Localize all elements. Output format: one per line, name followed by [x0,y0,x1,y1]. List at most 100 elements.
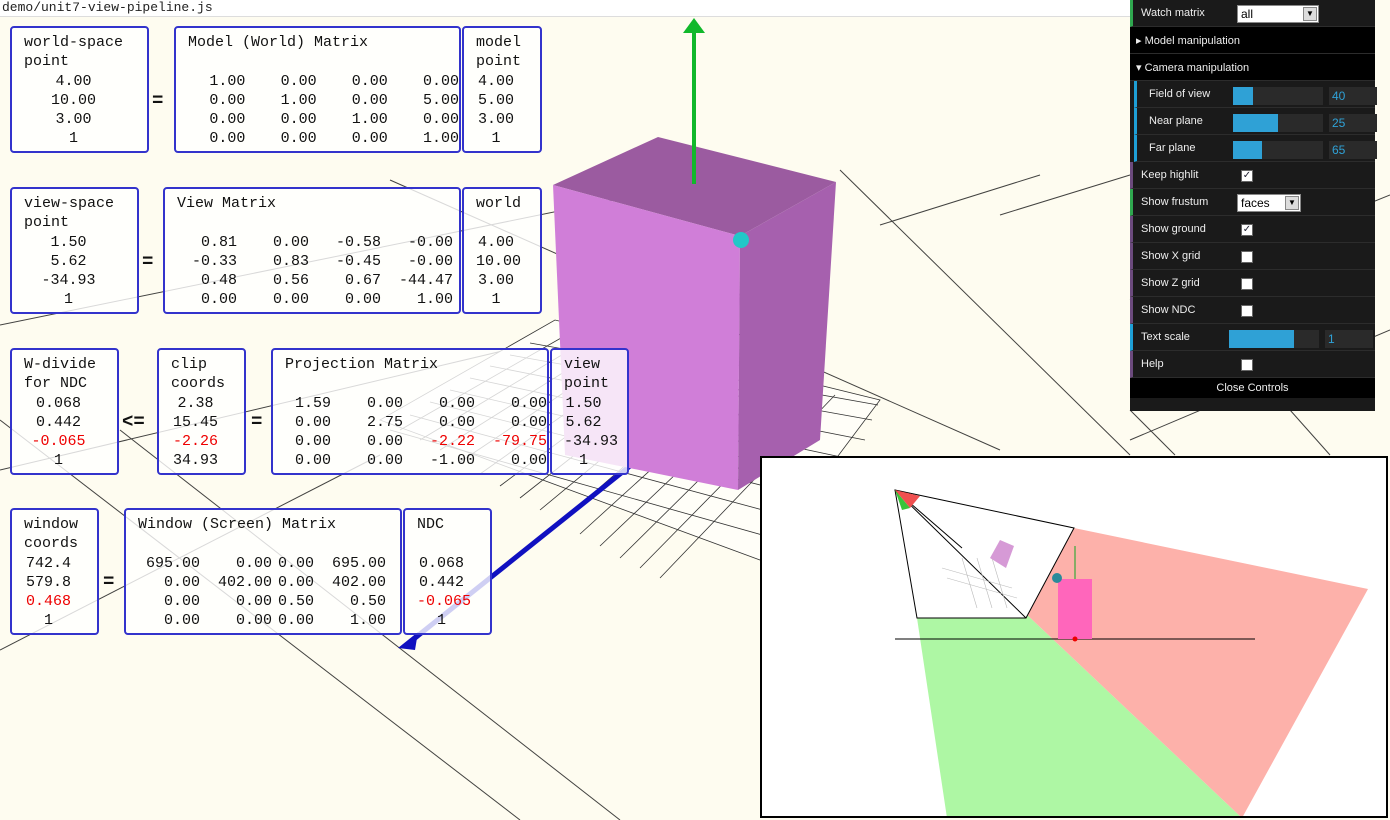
matrix-row: 1 [417,611,490,630]
show-frustum-select[interactable]: faces ▼ [1237,194,1301,212]
matrix-cell: 402.00 [331,573,386,591]
matrix-cell: 0.81 [200,233,237,251]
matrix-cell: 1.50 [50,233,87,251]
matrix-row: 1.00 0.00 0.00 0.00 [188,72,459,91]
show-ground-checkbox[interactable]: ✓ [1241,224,1253,236]
near-plane-row[interactable]: Near plane 25 [1134,108,1377,135]
near-plane-value[interactable]: 25 [1329,114,1377,132]
fov-row[interactable]: Field of view 40 [1134,81,1377,108]
watch-matrix-label: Watch matrix [1141,7,1205,19]
matrix-cell: 1 [68,130,78,148]
world-point-box: world 4.00 10.00 3.00 1 [462,187,542,314]
show-z-grid-row[interactable]: Show Z grid [1130,270,1375,297]
matrix-title: point [24,214,70,232]
matrix-cell: 0.468 [25,593,71,611]
text-scale-slider[interactable] [1229,330,1319,348]
matrix-cell: 0.00 [277,612,314,630]
dropdown-arrow-icon[interactable]: ▼ [1303,7,1317,21]
matrix-cell: 0.83 [272,252,309,270]
near-plane-slider-fill [1233,114,1278,132]
show-x-grid-row[interactable]: Show X grid [1130,243,1375,270]
keep-highlit-label: Keep highlit [1141,169,1199,181]
camera-manipulation-folder[interactable]: ▾ Camera manipulation [1130,54,1375,81]
matrix-cell: 1.59 [294,394,331,412]
w-divide-ndc-box: W-divide for NDC 0.068 0.442 -0.065 1 [10,348,119,475]
matrix-row: 0.00 0.00 0.50 0.50 [138,592,400,611]
y-axis-arrowhead [683,18,705,33]
matrix-cell: 15.45 [172,413,218,431]
matrix-row: 15.45 [171,413,244,432]
close-controls-button[interactable]: Close Controls [1130,378,1375,398]
text-scale-row[interactable]: Text scale 1 [1130,324,1375,351]
show-z-grid-label: Show Z grid [1141,277,1200,289]
show-x-grid-checkbox[interactable] [1241,251,1253,263]
matrix-cell: 1.00 [423,130,460,148]
caret-right-icon: ▸ [1136,35,1145,47]
matrix-cell: 0.00 [200,291,237,309]
controls-panel[interactable]: Watch matrix all ▼ ▸ Model manipulation … [1130,0,1377,411]
projection-matrix-box: Projection Matrix 1.59 0.00 0.00 0.00 0.00 2.7… [271,348,549,475]
equals-sign-3: = [251,411,263,433]
matrix-row: 3.00 [476,271,540,290]
matrix-cell: 402.00 [217,573,272,591]
inset-origin-point [1072,636,1078,642]
matrix-cell: 1 [53,452,63,470]
far-plane-value[interactable]: 65 [1329,141,1377,159]
far-plane-slider[interactable] [1233,141,1323,159]
text-scale-value[interactable]: 1 [1325,330,1373,348]
matrix-cell: 0.00 [510,452,547,470]
matrix-row: 0.068 [24,394,117,413]
matrix-title: View Matrix [177,195,277,212]
matrix-cell: 0.56 [272,272,309,290]
help-row[interactable]: Help [1130,351,1375,378]
matrix-cell: 0.00 [280,111,317,129]
matrix-cell: 34.93 [172,452,218,470]
matrix-row: 579.8 [24,573,97,592]
keep-highlit-checkbox[interactable]: ✓ [1241,170,1253,182]
matrix-row: 1.59 0.00 0.00 0.00 [285,394,547,413]
matrix-cell: 3.00 [477,272,514,290]
show-ndc-checkbox[interactable] [1241,305,1253,317]
matrix-cell: -44.47 [398,272,453,290]
camera-manipulation-label: ▾ Camera manipulation [1136,62,1250,74]
matrix-cell: 0.00 [163,593,200,611]
matrix-cell: 0.442 [35,413,81,431]
window-matrix-box: Window (Screen) Matrix 695.00 0.00 0.00 695.… [124,508,402,635]
matrix-cell: -0.58 [335,233,381,251]
watch-matrix-select[interactable]: all ▼ [1237,5,1319,23]
matrix-cell: -34.93 [41,272,96,290]
matrix-row: 0.068 [417,554,490,573]
show-ndc-row[interactable]: Show NDC [1130,297,1375,324]
far-plane-row[interactable]: Far plane 65 [1134,135,1377,162]
matrix-cell: 0.00 [294,433,331,451]
fov-label: Field of view [1149,88,1211,100]
near-plane-slider[interactable] [1233,114,1323,132]
watch-matrix-row[interactable]: Watch matrix all ▼ [1130,0,1375,27]
matrix-title: view-space [24,195,115,212]
matrix-row: 1 [24,129,147,148]
matrix-row: 3.00 [476,110,540,129]
matrix-row: 2.38 [171,394,244,413]
matrix-cell: -0.45 [335,252,381,270]
matrix-row: 0.00 2.75 0.00 0.00 [285,413,547,432]
file-path-bar: demo/unit7-view-pipeline.js [0,0,1130,17]
fov-value[interactable]: 40 [1329,87,1377,105]
show-ground-row[interactable]: Show ground ✓ [1130,216,1375,243]
show-frustum-row[interactable]: Show frustum faces ▼ [1130,189,1375,216]
ndc-point-box: NDC 0.068 0.442 -0.065 1 [403,508,492,635]
help-checkbox[interactable] [1241,359,1253,371]
fov-slider[interactable] [1233,87,1323,105]
model-manipulation-folder[interactable]: ▸ Model manipulation [1130,27,1375,54]
matrix-cell: 0.00 [272,291,309,309]
matrix-title: Model (World) Matrix [188,34,369,51]
help-label: Help [1141,358,1164,370]
show-z-grid-checkbox[interactable] [1241,278,1253,290]
matrix-title: NDC [417,516,445,533]
overview-inset-view[interactable] [760,456,1388,818]
matrix-row: 1 [24,451,117,470]
dropdown-arrow-icon[interactable]: ▼ [1285,196,1299,210]
matrix-row: 4.00 [476,233,540,252]
view-point-box: view point 1.50 5.62 -34.93 1 [550,348,629,475]
matrix-cell: 0.00 [272,233,309,251]
keep-highlit-row[interactable]: Keep highlit ✓ [1130,162,1375,189]
